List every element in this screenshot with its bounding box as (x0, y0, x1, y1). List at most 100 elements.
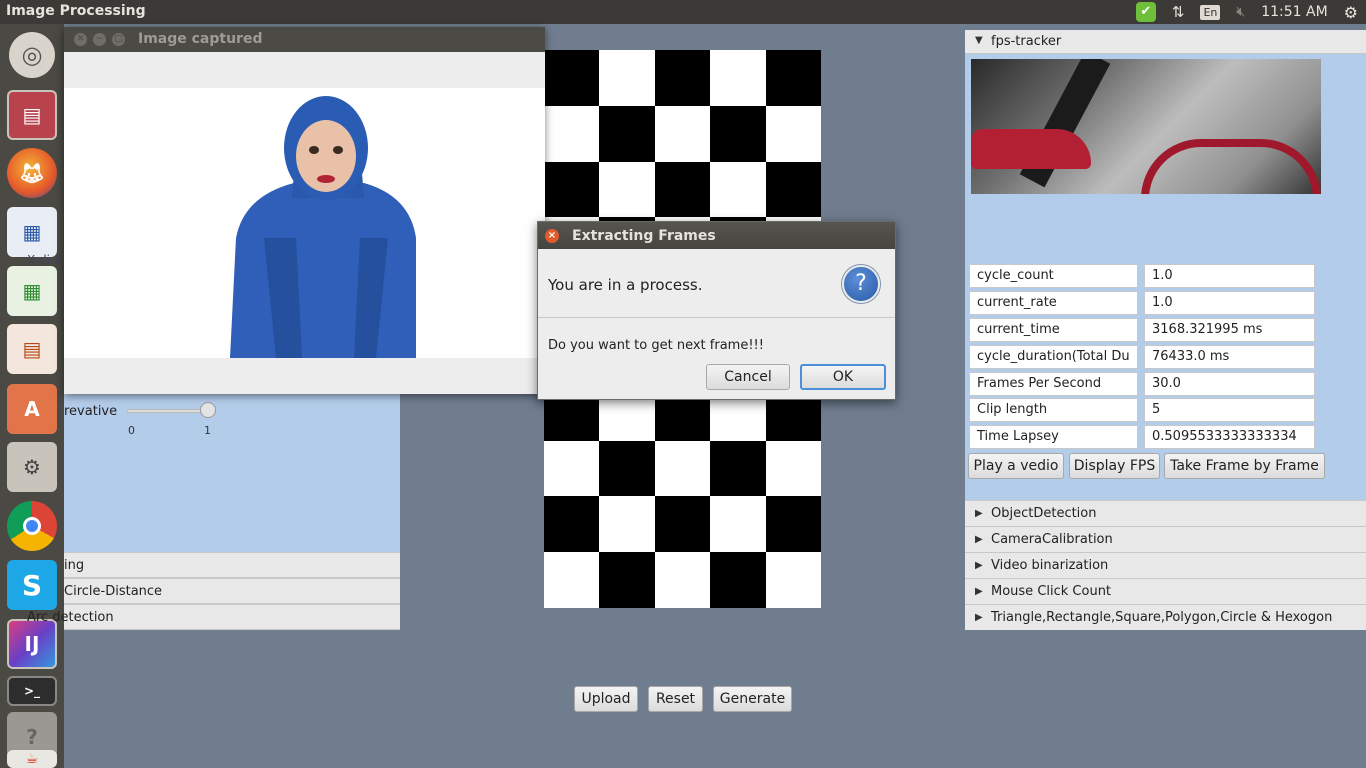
app-title: Image Processing (6, 3, 146, 19)
shield-check-icon[interactable]: ✔ (1135, 2, 1156, 22)
accordion-video-binarization[interactable]: ▶ Video binarization (965, 552, 1366, 578)
accordion-circle-distance[interactable]: Circle-Distance (64, 578, 400, 604)
calc-icon[interactable]: ▦ (7, 266, 57, 316)
dialog-question: Do you want to get next frame!!! (548, 338, 764, 353)
dialog-titlebar[interactable]: × Extracting Frames (538, 222, 895, 249)
accordion-thresholding[interactable]: ing (64, 552, 400, 578)
property-value-field[interactable]: 3168.321995 ms (1144, 318, 1315, 342)
checker-square (544, 50, 600, 106)
accordion-shape-detection[interactable]: ▶ Triangle,Rectangle,Square,Polygon,Circl… (965, 604, 1366, 630)
checker-square (544, 161, 600, 218)
chevron-right-icon: ▶ (975, 560, 983, 571)
upload-button[interactable]: Upload (574, 686, 638, 712)
software-center-icon[interactable]: A (7, 384, 57, 434)
checker-square (710, 440, 766, 497)
volume-muted-icon[interactable]: 🔇︎ (1236, 4, 1245, 20)
checker-square (765, 496, 821, 553)
files-icon[interactable]: ▤ (7, 90, 57, 140)
video-frame-preview (971, 59, 1321, 194)
close-icon[interactable]: ✕ (74, 33, 87, 46)
accordion-object-detection[interactable]: ▶ ObjectDetection (965, 500, 1366, 526)
property-value-field[interactable]: 5 (1144, 398, 1315, 422)
writer-icon[interactable]: ▦ (7, 207, 57, 257)
display-fps-button[interactable]: Display FPS (1069, 453, 1160, 479)
accordion-arc-detection[interactable]: Arc detection (27, 604, 400, 630)
power-gear-icon[interactable]: ⚙ (1344, 3, 1358, 22)
checker-square (599, 440, 655, 497)
launcher: ◎ ▤ 🦊︎ ▦ ▦ ▤ A ⚙ S IJ >_ ? ☕︎ (0, 24, 64, 768)
close-icon[interactable]: × (545, 229, 559, 243)
slider-label: revative (64, 404, 118, 419)
checker-square (544, 105, 600, 162)
chevron-right-icon: ▶ (975, 586, 983, 597)
hidden-label: X-dire (27, 253, 62, 267)
play-video-button[interactable]: Play a vedio (968, 453, 1064, 479)
checker-square (710, 552, 766, 608)
minimize-icon[interactable]: − (93, 33, 106, 46)
maximize-icon[interactable]: □ (112, 33, 125, 46)
checker-square (654, 50, 711, 106)
property-value-field[interactable]: 1.0 (1144, 264, 1315, 288)
accordion-camera-calibration[interactable]: ▶ CameraCalibration (965, 526, 1366, 552)
checker-square (544, 496, 600, 553)
property-key: cycle_duration(Total Du (969, 345, 1138, 369)
accordion-label: ObjectDetection (991, 506, 1097, 521)
chrome-icon[interactable] (7, 501, 57, 551)
property-value-field[interactable]: 1.0 (1144, 291, 1315, 315)
extracting-frames-dialog[interactable]: × Extracting Frames You are in a process… (537, 221, 896, 400)
checker-square (599, 161, 655, 218)
property-value-field[interactable]: 30.0 (1144, 372, 1315, 396)
checker-square (710, 496, 766, 553)
checker-square (599, 50, 655, 106)
property-key: Time Lapsey (969, 425, 1138, 449)
derivative-slider-track[interactable] (127, 409, 207, 413)
window-titlebar[interactable]: ✕ − □ Image captured (64, 27, 545, 52)
java-icon[interactable]: ☕︎ (7, 750, 57, 768)
reset-button[interactable]: Reset (648, 686, 703, 712)
generate-button[interactable]: Generate (713, 686, 792, 712)
derivative-slider-thumb[interactable] (200, 402, 216, 418)
property-key: Frames Per Second (969, 372, 1138, 396)
checker-square (654, 161, 711, 218)
terminal-icon[interactable]: >_ (7, 676, 57, 706)
skype-icon[interactable]: S (7, 560, 57, 610)
firefox-icon[interactable]: 🦊︎ (7, 148, 57, 198)
chevron-right-icon: ▶ (975, 612, 983, 623)
impress-icon[interactable]: ▤ (7, 324, 57, 374)
person-illustration (230, 96, 416, 358)
checker-square (654, 496, 711, 553)
accordion-mouse-click-count[interactable]: ▶ Mouse Click Count (965, 578, 1366, 604)
system-settings-icon[interactable]: ⚙ (7, 442, 57, 492)
keyboard-lang-icon[interactable]: En (1200, 4, 1221, 20)
top-panel: Image Processing ✔ ⇅ En 🔇︎ 11:51 AM ⚙ (0, 0, 1366, 24)
property-value-field[interactable]: 0.5095533333333334 (1144, 425, 1315, 449)
slider-min-label: 0 (128, 424, 135, 437)
checker-square (599, 552, 655, 608)
cancel-button[interactable]: Cancel (706, 364, 790, 390)
checker-square (710, 161, 766, 218)
lang-indicator: En (1200, 4, 1221, 20)
checker-square (599, 496, 655, 553)
intellij-icon[interactable]: IJ (7, 619, 57, 669)
dialog-title: Extracting Frames (572, 228, 716, 244)
checker-square (654, 440, 711, 497)
ok-button[interactable]: OK (800, 364, 886, 390)
checker-square (544, 552, 600, 608)
checker-square (544, 440, 600, 497)
image-captured-window[interactable]: ✕ − □ Image captured (64, 27, 545, 394)
question-icon: ? (842, 265, 880, 303)
checker-square (765, 50, 821, 106)
captured-photo (64, 88, 545, 358)
network-arrows-icon[interactable]: ⇅ (1172, 3, 1185, 21)
clock[interactable]: 11:51 AM (1261, 4, 1327, 20)
property-value-field[interactable]: 76433.0 ms (1144, 345, 1315, 369)
window-title: Image captured (138, 31, 263, 47)
checker-square (765, 105, 821, 162)
checker-square (710, 50, 766, 106)
take-frame-by-frame-button[interactable]: Take Frame by Frame (1164, 453, 1325, 479)
checker-square (765, 440, 821, 497)
accordion-label: Mouse Click Count (991, 584, 1112, 599)
accordion-label: ing (64, 558, 85, 573)
ubuntu-dash-icon[interactable]: ◎ (9, 32, 55, 78)
fps-tracker-header[interactable]: ▼ fps-tracker (965, 30, 1366, 54)
